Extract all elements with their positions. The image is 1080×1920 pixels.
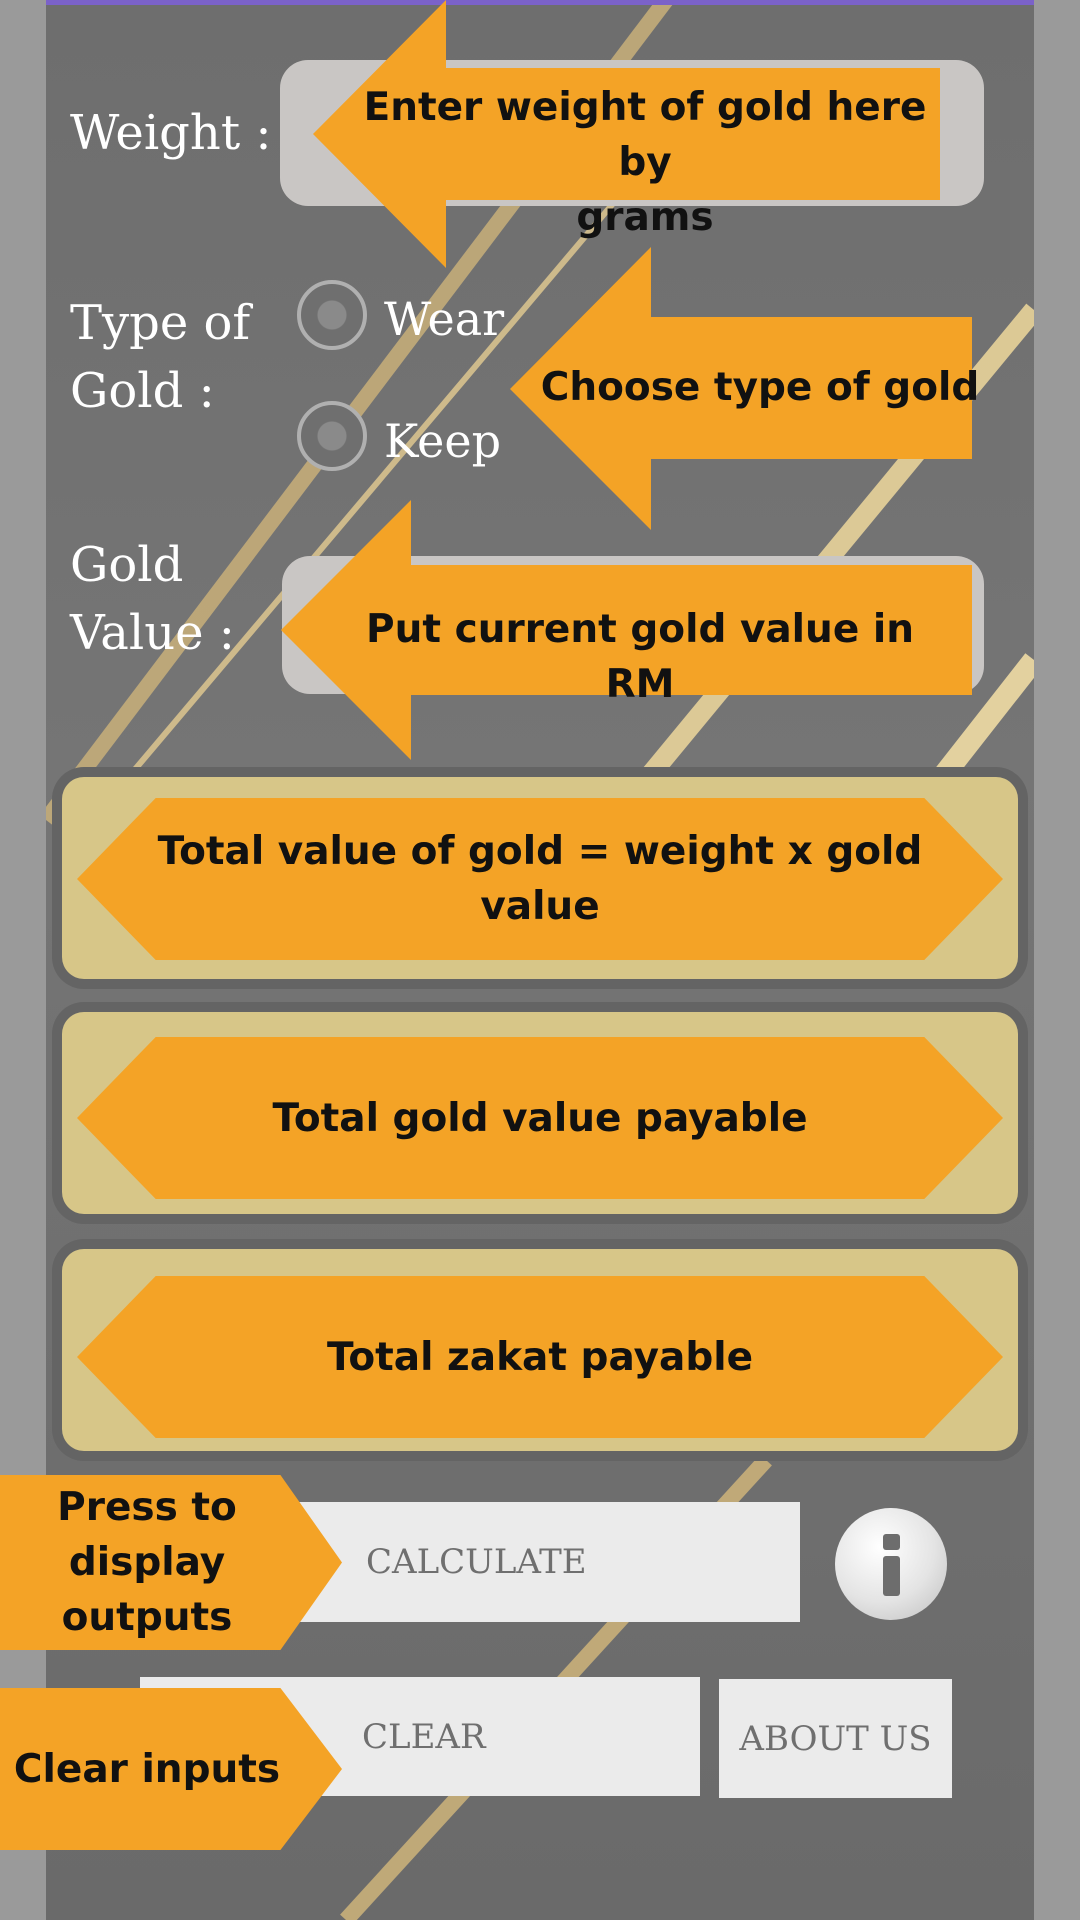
total-value-annotation-line2: value [480,884,600,929]
radio-keep[interactable] [297,401,367,471]
type-annotation: Choose type of gold [540,365,980,410]
total-value-annotation-line1: Total value of gold = weight x gold [157,829,923,874]
calculate-button[interactable]: CALCULATE [280,1502,800,1622]
gold-value-label-line2: Value : [70,605,235,661]
gold-value-annotation: Put current gold value in RM [366,607,914,707]
payable-annotation: Total gold value payable [77,1037,1003,1199]
press-annotation-line3: outputs [61,1595,233,1640]
info-button[interactable] [835,1508,947,1620]
total-value-annotation: Total value of gold = weight x gold valu… [77,798,1003,960]
weight-annotation: Enter weight of gold here by grams [350,80,940,245]
top-accent-bar [46,0,1034,5]
gold-value-label-line1: Gold [70,537,184,593]
press-annotation-line1: Press to [57,1485,237,1530]
type-label-line2: Gold : [70,363,215,419]
radio-wear-label: Wear [384,292,505,346]
weight-annotation-line1: Enter weight of gold here by [363,85,927,185]
weight-annotation-line2: grams [576,195,714,240]
type-label-line1: Type of [70,295,251,351]
clear-annotation-text: Clear inputs [13,1746,281,1792]
zakat-annotation: Total zakat payable [77,1276,1003,1438]
about-us-button[interactable]: ABOUT US [719,1679,952,1798]
weight-label: Weight : [70,105,272,161]
press-annotation-line2: display [68,1540,226,1585]
press-annotation: Press to display outputs [0,1475,342,1650]
radio-keep-label: Keep [384,414,502,468]
clear-annotation: Clear inputs [0,1688,342,1850]
radio-wear[interactable] [297,280,367,350]
info-icon [883,1534,900,1596]
